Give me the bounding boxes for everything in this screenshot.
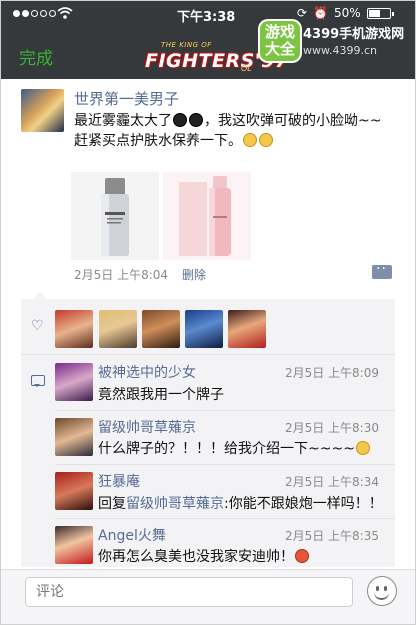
smile-emoji-icon (259, 133, 273, 147)
commenter-name[interactable]: 留级帅哥草薙京 (98, 417, 196, 437)
mask-emoji-icon (173, 113, 187, 127)
liker-avatar[interactable] (99, 310, 137, 348)
logo-top-text: THE KING OF (161, 41, 212, 49)
moments-detail-screen: 下午3:38 ⟳ ⏰ 50% 完成 THE KING OF FIGHTERS'9… (0, 0, 416, 625)
post-photo-2[interactable] (163, 172, 251, 260)
reply-target-name[interactable]: 留级帅哥草薙京 (126, 496, 224, 512)
silver-bottle-image (101, 178, 129, 256)
post-text: 最近雾霾太大了 ，我这吹弹可破的小脸呦~~赶紧买点护肤水保养一下。 (74, 111, 394, 151)
battery-percent: 50% (334, 6, 361, 20)
watermark-site: 4399手机游戏网 www.4399.cn (303, 27, 404, 59)
divider (55, 410, 395, 411)
wifi-icon (57, 7, 73, 19)
post-text-part1: 最近雾霾太大了 (74, 113, 172, 129)
smile-emoji-icon (243, 133, 257, 147)
comment-time: 2月5日 上午8:30 (284, 421, 379, 435)
liker-avatar[interactable] (142, 310, 180, 348)
alarm-icon: ⏰ (313, 6, 329, 20)
comment-action-icon[interactable] (372, 261, 392, 279)
divider (55, 464, 395, 465)
post-photo-1[interactable] (71, 172, 159, 260)
comment-time: 2月5日 上午8:34 (284, 475, 379, 489)
status-bar: 下午3:38 ⟳ ⏰ 50% (1, 1, 415, 27)
comment-bubble-icon (31, 375, 45, 387)
logo-tag-text: OL (241, 64, 252, 73)
comment-input[interactable] (25, 577, 353, 607)
emoji-picker-icon[interactable] (367, 576, 397, 606)
status-time: 下午3:38 (177, 10, 236, 25)
post-author-avatar[interactable] (21, 89, 64, 132)
divider (21, 354, 395, 355)
commenter-name[interactable]: 狂暴庵 (98, 471, 140, 491)
heart-icon: ♡ (31, 318, 44, 334)
comment-time: 2月5日 上午8:09 (284, 366, 379, 380)
rotation-lock-icon: ⟳ (297, 6, 308, 20)
comment-text-body: 什么牌子的？！！！给我介绍一下~~~~ (98, 441, 355, 457)
commenter-avatar[interactable] (55, 472, 93, 510)
commenter-avatar[interactable] (55, 418, 93, 456)
status-right: ⟳ ⏰ 50% (297, 6, 394, 20)
signal-icon (13, 10, 56, 17)
reply-prefix: 回复 (98, 496, 126, 512)
site-name: 4399手机游戏网 (303, 27, 405, 42)
comment-text: 竟然跟我用一个牌子 (98, 387, 224, 403)
liker-avatar[interactable] (228, 310, 266, 348)
liker-avatar[interactable] (185, 310, 223, 348)
divider (55, 518, 395, 519)
commenter-avatar[interactable] (55, 526, 93, 564)
post-timestamp: 2月5日 上午8:04 (74, 268, 169, 282)
comment-text-body: :你能不跟娘炮一样吗！！ (224, 496, 383, 512)
mask-emoji-icon (189, 113, 203, 127)
pink-bottle-image (179, 176, 231, 256)
comment-time: 2月5日 上午8:35 (284, 529, 379, 543)
site-url: www.4399.cn (303, 44, 377, 57)
angry-emoji-icon (295, 549, 309, 563)
watermark-badge: 游戏大全 (260, 21, 300, 61)
smile-emoji-icon (355, 441, 370, 455)
done-button[interactable]: 完成 (19, 44, 53, 69)
liker-avatar[interactable] (55, 310, 93, 348)
commenter-name[interactable]: 被神选中的少女 (98, 362, 196, 382)
comment-text: 回复留级帅哥草薙京:你能不跟娘炮一样吗！！ (98, 493, 383, 513)
commenter-name[interactable]: Angel火舞 (98, 525, 166, 545)
post-author-name[interactable]: 世界第一美男子 (74, 88, 179, 109)
comment-text: 什么牌子的？！！！给我介绍一下~~~~ (98, 438, 371, 458)
commenter-avatar[interactable] (55, 363, 93, 401)
app-header: 下午3:38 ⟳ ⏰ 50% 完成 THE KING OF FIGHTERS'9… (1, 1, 415, 79)
delete-button[interactable]: 删除 (182, 266, 206, 283)
comment-text: 你再怎么臭美也没我家安迪帅！ (98, 546, 310, 566)
comment-text-body: 你再怎么臭美也没我家安迪帅！ (98, 549, 294, 565)
battery-icon (366, 7, 394, 19)
